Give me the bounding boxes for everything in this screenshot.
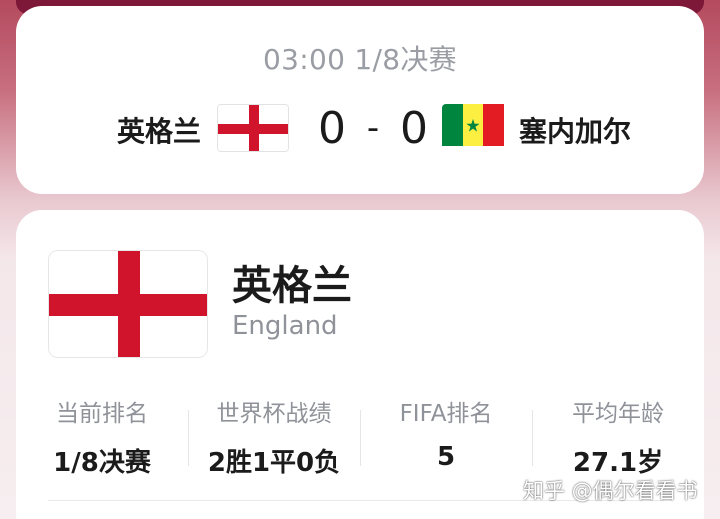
stat-label: 平均年龄 bbox=[572, 401, 664, 427]
england-flag-icon bbox=[48, 250, 208, 358]
match-time: 03:00 1/8决赛 bbox=[263, 43, 457, 76]
home-team-name[interactable]: 英格兰 bbox=[117, 110, 201, 150]
stat-world-cup-record: 世界杯战绩 2胜1平0负 bbox=[188, 392, 360, 478]
stat-value: 1/8决赛 bbox=[53, 448, 151, 478]
stat-value: 2胜1平0负 bbox=[207, 448, 341, 478]
home-score: 0 bbox=[318, 102, 346, 154]
stat-value: 27.1岁 bbox=[572, 448, 664, 478]
stat-average-age: 平均年龄 27.1岁 bbox=[532, 392, 704, 478]
stat-value: 5 bbox=[436, 442, 456, 472]
team-name-cn: 英格兰 bbox=[232, 263, 352, 309]
away-team-name[interactable]: 塞内加尔 bbox=[519, 110, 631, 150]
stat-label: 当前排名 bbox=[56, 401, 148, 427]
scoreboard: 0 - 0 bbox=[318, 102, 428, 154]
england-flag-icon bbox=[217, 104, 289, 152]
away-score: 0 bbox=[400, 102, 428, 154]
stat-current-rank: 当前排名 1/8决赛 bbox=[16, 392, 188, 478]
match-card[interactable] bbox=[16, 6, 704, 194]
watermark: 知乎 @偶尔看看书 bbox=[523, 479, 698, 503]
stat-fifa-rank: FIFA排名 5 bbox=[360, 392, 532, 472]
stat-label: FIFA排名 bbox=[399, 401, 493, 427]
stat-label: 世界杯战绩 bbox=[216, 401, 332, 427]
senegal-flag-icon bbox=[442, 104, 514, 152]
score-separator: - bbox=[366, 108, 380, 148]
team-stats: 当前排名 1/8决赛 世界杯战绩 2胜1平0负 FIFA排名 5 平均年龄 27… bbox=[16, 392, 704, 478]
team-name-en: England bbox=[232, 311, 338, 341]
